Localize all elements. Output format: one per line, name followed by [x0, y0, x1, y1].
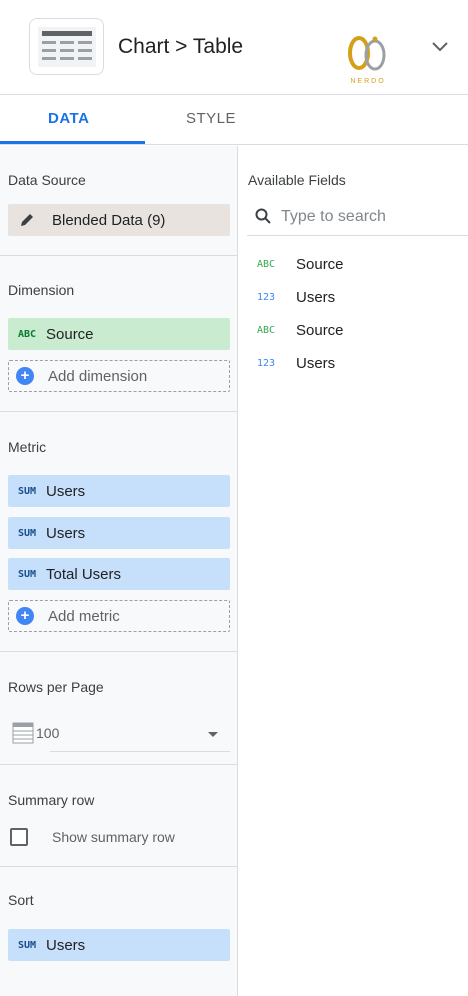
data-source-title: Data Source	[8, 172, 86, 188]
dropdown-caret-icon	[208, 732, 218, 737]
plus-icon: +	[16, 367, 34, 385]
search-icon	[255, 208, 271, 224]
divider	[0, 255, 238, 256]
rows-per-page-value: 100	[36, 725, 60, 741]
field-name: Source	[296, 322, 344, 339]
field-item[interactable]: 123 Users	[239, 352, 468, 378]
table-icon	[12, 722, 34, 744]
available-fields-panel: Available Fields ABC Source 123 Users AB…	[239, 146, 468, 996]
metric-chip-users[interactable]: SUM Users	[8, 517, 230, 549]
tab-style[interactable]: STYLE	[186, 110, 236, 127]
add-dimension-button[interactable]: + Add dimension	[8, 360, 230, 392]
metric-chip-total-users[interactable]: SUM Total Users	[8, 558, 230, 590]
metric-title: Metric	[8, 439, 47, 455]
select-underline	[50, 751, 230, 752]
header: Chart > Table NERDO	[0, 0, 468, 95]
field-item[interactable]: ABC Source	[239, 253, 468, 279]
show-summary-row-label[interactable]: Show summary row	[52, 829, 175, 845]
sort-label: Users	[46, 936, 86, 954]
field-name: Users	[296, 355, 336, 372]
rows-per-page-select[interactable]: 100	[8, 716, 230, 752]
tab-data[interactable]: DATA	[48, 110, 89, 127]
pencil-icon	[8, 212, 46, 228]
show-summary-row-checkbox[interactable]	[10, 828, 28, 846]
divider	[0, 764, 238, 765]
sum-badge: SUM	[17, 939, 37, 951]
dimension-label: Source	[46, 325, 94, 343]
text-type-badge: ABC	[257, 259, 276, 270]
text-type-badge: ABC	[17, 328, 37, 340]
divider	[0, 411, 238, 412]
divider	[0, 651, 238, 652]
summary-row-title: Summary row	[8, 792, 95, 808]
field-item[interactable]: 123 Users	[239, 286, 468, 312]
available-fields-title: Available Fields	[248, 172, 346, 188]
sort-chip-users[interactable]: SUM Users	[8, 929, 230, 961]
field-search-input[interactable]	[281, 204, 461, 230]
panel-tabs: DATA STYLE	[0, 96, 468, 145]
divider	[0, 866, 238, 867]
add-metric-button[interactable]: + Add metric	[8, 600, 230, 632]
sum-badge: SUM	[17, 527, 37, 539]
metric-label: Total Users	[46, 565, 122, 583]
number-type-badge: 123	[257, 358, 276, 369]
metric-chip-users[interactable]: SUM Users	[8, 475, 230, 507]
dimension-chip-source[interactable]: ABC Source	[8, 318, 230, 350]
nerdo-logo: NERDO	[340, 30, 396, 86]
metric-label: Users	[46, 524, 86, 542]
dimension-title: Dimension	[8, 282, 75, 298]
metric-label: Users	[46, 482, 86, 500]
rows-per-page-title: Rows per Page	[8, 679, 104, 695]
table-chart-icon[interactable]	[29, 18, 104, 75]
field-name: Users	[296, 289, 336, 306]
chart-breadcrumb: Chart > Table	[118, 35, 244, 58]
text-type-badge: ABC	[257, 325, 276, 336]
data-source-label: Blended Data (9)	[52, 211, 166, 229]
sum-badge: SUM	[17, 568, 37, 580]
field-name: Source	[296, 256, 344, 273]
field-item[interactable]: ABC Source	[239, 319, 468, 345]
chevron-down-icon[interactable]	[430, 40, 450, 54]
plus-icon: +	[16, 607, 34, 625]
search-underline	[247, 235, 468, 236]
sum-badge: SUM	[17, 485, 37, 497]
add-dimension-label: Add dimension	[48, 367, 148, 385]
logo-text: NERDO	[350, 78, 385, 85]
data-properties-panel: Data Source Blended Data (9) Dimension A…	[0, 146, 238, 996]
add-metric-label: Add metric	[48, 607, 120, 625]
number-type-badge: 123	[257, 292, 276, 303]
active-tab-indicator	[0, 141, 145, 144]
data-source-selector[interactable]: Blended Data (9)	[8, 204, 230, 236]
sort-title: Sort	[8, 892, 34, 908]
